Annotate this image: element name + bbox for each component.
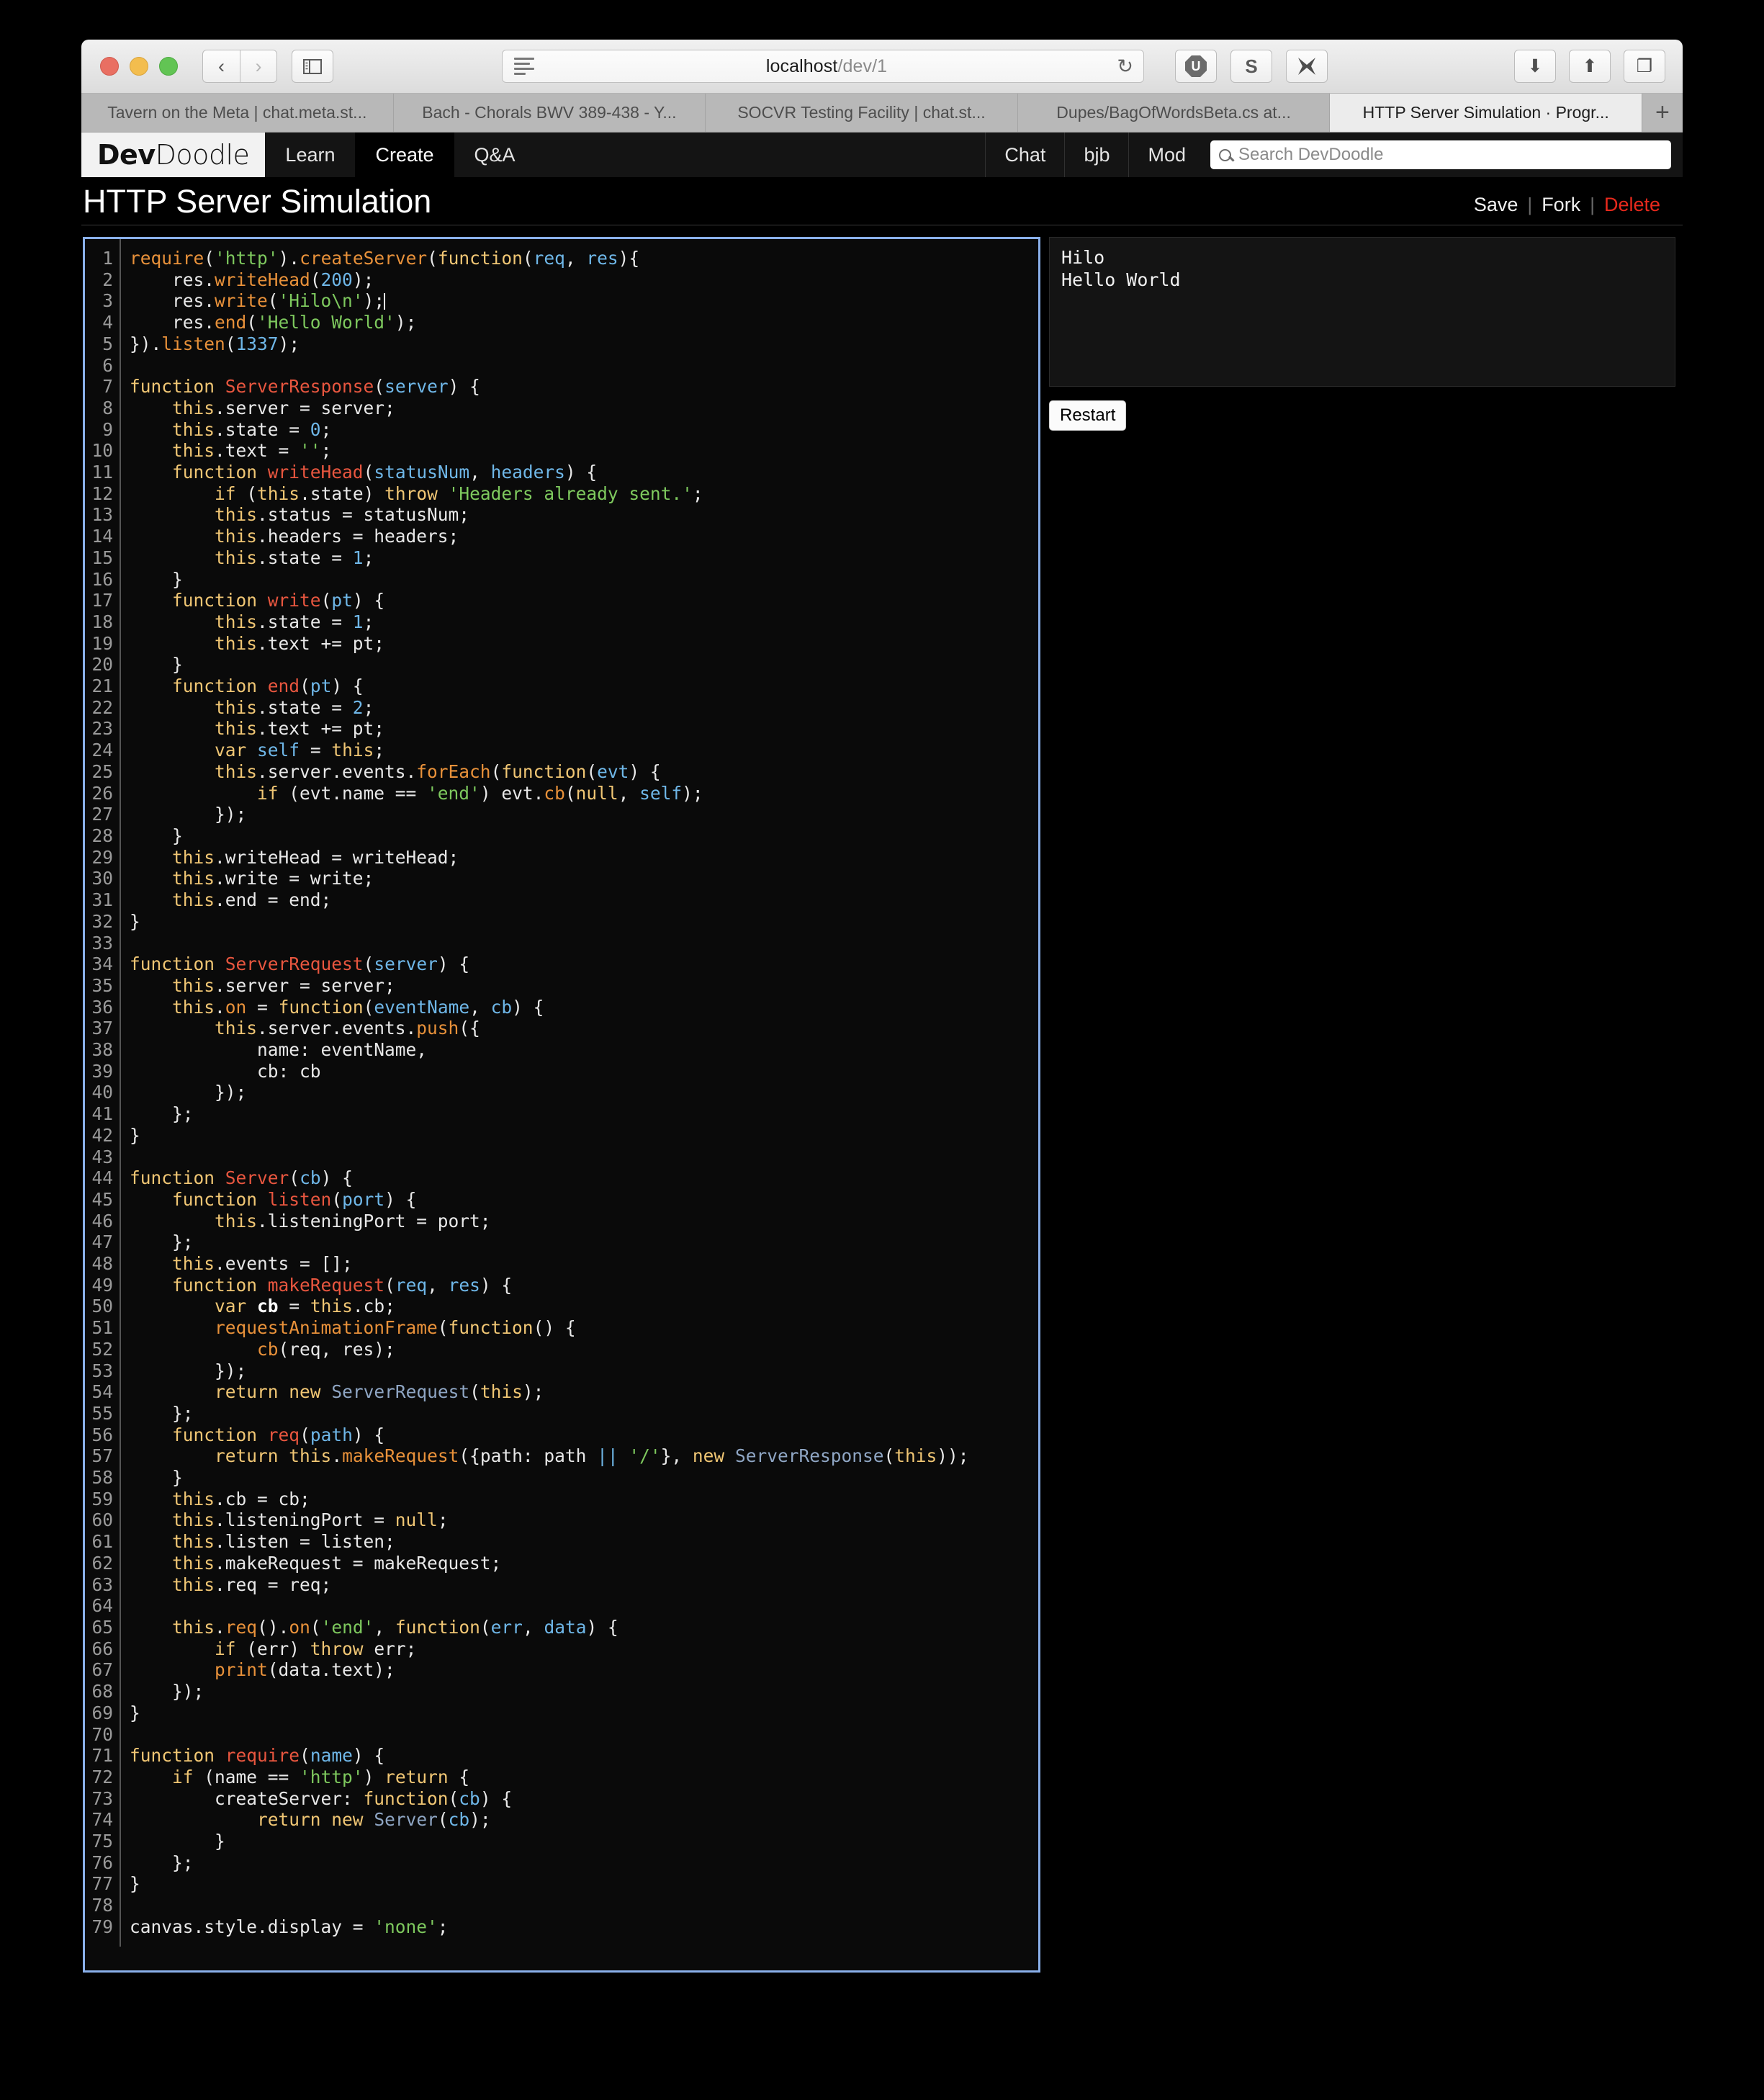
code-editor[interactable]: 1 2 3 4 5 6 7 8 9 10 11 12 13 14 15 16 1…	[83, 237, 1040, 1973]
console-output: Hilo Hello World	[1049, 237, 1675, 387]
x-extension-icon[interactable]	[1286, 50, 1328, 83]
back-icon[interactable]: ‹	[202, 50, 240, 83]
sidebar-icon[interactable]	[292, 50, 333, 83]
browser-tab[interactable]: Dupes/BagOfWordsBeta.cs at...	[1018, 94, 1331, 132]
line-number-gutter: 1 2 3 4 5 6 7 8 9 10 11 12 13 14 15 16 1…	[85, 239, 121, 1947]
site-logo[interactable]: Dev Doodle	[81, 133, 266, 177]
browser-tab[interactable]: Tavern on the Meta | chat.meta.st...	[81, 94, 394, 132]
browser-tab[interactable]: Bach - Chorals BWV 389-438 - Y...	[394, 94, 706, 132]
restart-button[interactable]: Restart	[1049, 400, 1127, 431]
search-placeholder: Search DevDoodle	[1238, 145, 1384, 164]
editor-and-output: 1 2 3 4 5 6 7 8 9 10 11 12 13 14 15 16 1…	[81, 225, 1683, 1973]
nav-item-mod[interactable]: Mod	[1128, 133, 1205, 177]
s-extension-icon[interactable]: S	[1230, 50, 1272, 83]
forward-icon[interactable]: ›	[240, 50, 277, 83]
x-glyph	[1298, 58, 1315, 75]
page-header: HTTP Server Simulation Save | Fork | Del…	[81, 177, 1683, 225]
nav-item-create[interactable]: Create	[355, 133, 454, 177]
action-separator: |	[1527, 194, 1533, 215]
ublock-octagon: U	[1185, 55, 1207, 77]
search-icon	[1219, 148, 1231, 161]
minimize-window-button[interactable]	[130, 57, 148, 76]
code-text[interactable]: require('http').createServer(function(re…	[121, 239, 1038, 1947]
logo-doodle: Doodle	[155, 139, 250, 171]
page-content: Dev Doodle Learn Create Q&A Chat bjb Mod …	[81, 133, 1683, 2062]
new-tab-icon[interactable]: +	[1642, 94, 1683, 132]
search-container: Search DevDoodle	[1205, 133, 1683, 177]
logo-dev: Dev	[97, 139, 156, 171]
ublock-origin-icon[interactable]: U	[1175, 50, 1217, 83]
nav-item-qa[interactable]: Q&A	[454, 133, 536, 177]
show-tabs-icon[interactable]: ❐	[1624, 50, 1665, 83]
nav-item-learn[interactable]: Learn	[265, 133, 355, 177]
url-text: localhost/dev/1	[534, 56, 1143, 77]
site-navbar: Dev Doodle Learn Create Q&A Chat bjb Mod …	[81, 133, 1683, 177]
url-host: localhost	[765, 55, 838, 76]
nav-item-chat[interactable]: Chat	[985, 133, 1064, 177]
browser-toolbar: ‹ › localhost/dev/1 ↻ U S ⬇ ⬆ ❐	[81, 40, 1683, 94]
downloads-icon[interactable]: ⬇	[1514, 50, 1556, 83]
nav-buttons: ‹ ›	[202, 50, 277, 83]
action-separator: |	[1590, 194, 1595, 215]
nav-right-group: Chat bjb Mod Search DevDoodle	[985, 133, 1683, 177]
extension-buttons: U S	[1161, 50, 1328, 83]
url-path: /dev/1	[837, 55, 888, 76]
page-actions: Save | Fork | Delete	[1464, 194, 1670, 220]
sidebar-glyph	[303, 58, 322, 74]
search-input[interactable]: Search DevDoodle	[1210, 140, 1671, 169]
close-window-button[interactable]	[100, 57, 119, 76]
fork-button[interactable]: Fork	[1532, 194, 1590, 216]
browser-tab[interactable]: SOCVR Testing Facility | chat.st...	[706, 94, 1018, 132]
maximize-window-button[interactable]	[159, 57, 178, 76]
tab-strip: Tavern on the Meta | chat.meta.st... Bac…	[81, 94, 1683, 133]
nav-item-user[interactable]: bjb	[1064, 133, 1128, 177]
share-icon[interactable]: ⬆	[1569, 50, 1611, 83]
page-title: HTTP Server Simulation	[83, 183, 432, 220]
toolbar-right-buttons: ⬇ ⬆ ❐	[1501, 50, 1665, 83]
save-button[interactable]: Save	[1464, 194, 1528, 216]
address-bar[interactable]: localhost/dev/1 ↻	[502, 50, 1144, 83]
browser-tab-active[interactable]: HTTP Server Simulation · Progr...	[1330, 94, 1642, 132]
code-area: 1 2 3 4 5 6 7 8 9 10 11 12 13 14 15 16 1…	[85, 239, 1038, 1947]
window-controls	[100, 57, 178, 76]
reader-view-icon[interactable]	[514, 58, 534, 75]
output-panel: Hilo Hello World Restart	[1049, 237, 1675, 1973]
reload-icon[interactable]: ↻	[1117, 55, 1133, 78]
browser-window: ‹ › localhost/dev/1 ↻ U S ⬇ ⬆ ❐ Tavern o…	[81, 40, 1683, 2062]
delete-button[interactable]: Delete	[1595, 194, 1670, 216]
